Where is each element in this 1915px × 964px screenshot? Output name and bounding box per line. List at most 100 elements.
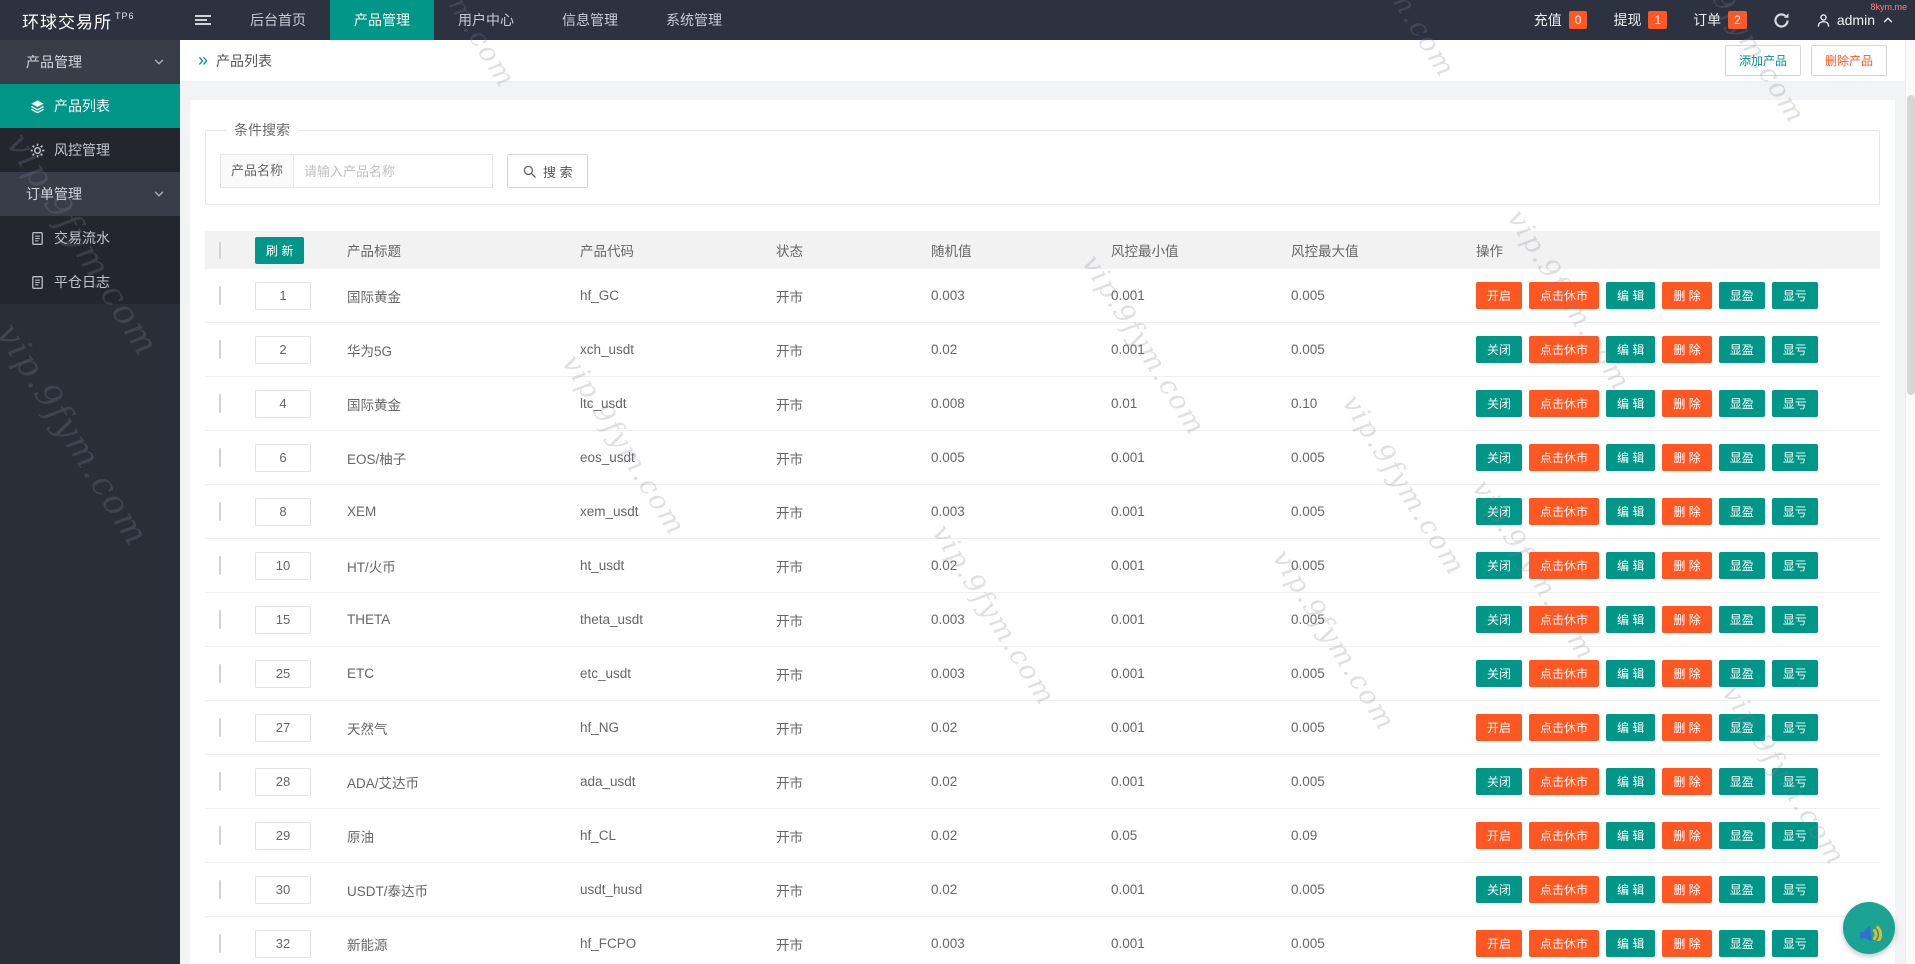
row-checkbox[interactable]: [219, 717, 221, 737]
pause-button[interactable]: 点击休市: [1529, 768, 1600, 795]
row-checkbox[interactable]: [219, 825, 221, 845]
product-id-field[interactable]: 27: [255, 713, 311, 742]
toggle-market-button[interactable]: 开启: [1476, 822, 1523, 849]
row-checkbox[interactable]: [219, 447, 221, 467]
sidebar-item-5[interactable]: 平仓日志: [0, 260, 180, 304]
delete-button[interactable]: 删 除: [1662, 714, 1712, 741]
delete-button[interactable]: 删 除: [1662, 660, 1712, 687]
edit-button[interactable]: 编 辑: [1606, 552, 1656, 579]
toggle-market-button[interactable]: 开启: [1476, 930, 1523, 957]
product-id-field[interactable]: 32: [255, 929, 311, 958]
quick-link-2[interactable]: 订单 2: [1693, 10, 1747, 30]
edit-button[interactable]: 编 辑: [1606, 282, 1656, 309]
loss-button[interactable]: 显亏: [1771, 822, 1818, 849]
select-all-checkbox[interactable]: [219, 241, 221, 259]
win-button[interactable]: 显盈: [1718, 390, 1765, 417]
toggle-market-button[interactable]: 关闭: [1476, 336, 1523, 363]
delete-button[interactable]: 删 除: [1662, 282, 1712, 309]
product-id-field[interactable]: 10: [255, 551, 311, 580]
toggle-market-button[interactable]: 关闭: [1476, 660, 1523, 687]
product-id-field[interactable]: 6: [255, 443, 311, 472]
toggle-market-button[interactable]: 关闭: [1476, 552, 1523, 579]
product-id-field[interactable]: 15: [255, 605, 311, 634]
pause-button[interactable]: 点击休市: [1529, 822, 1600, 849]
pause-button[interactable]: 点击休市: [1529, 282, 1600, 309]
sidebar-group-3[interactable]: 订单管理: [0, 172, 180, 216]
refresh-icon[interactable]: [1773, 12, 1790, 29]
loss-button[interactable]: 显亏: [1771, 444, 1818, 471]
toggle-market-button[interactable]: 开启: [1476, 282, 1523, 309]
product-id-field[interactable]: 8: [255, 497, 311, 526]
loss-button[interactable]: 显亏: [1771, 552, 1818, 579]
edit-button[interactable]: 编 辑: [1606, 660, 1656, 687]
pause-button[interactable]: 点击休市: [1529, 336, 1600, 363]
pause-button[interactable]: 点击休市: [1529, 714, 1600, 741]
win-button[interactable]: 显盈: [1718, 876, 1765, 903]
product-id-field[interactable]: 25: [255, 659, 311, 688]
edit-button[interactable]: 编 辑: [1606, 336, 1656, 363]
toggle-market-button[interactable]: 开启: [1476, 714, 1523, 741]
audio-notification-button[interactable]: [1843, 902, 1895, 954]
product-id-field[interactable]: 30: [255, 875, 311, 904]
win-button[interactable]: 显盈: [1718, 930, 1765, 957]
nav-item-4[interactable]: 系统管理: [642, 0, 746, 40]
row-checkbox[interactable]: [219, 555, 221, 575]
row-checkbox[interactable]: [219, 285, 221, 305]
toggle-market-button[interactable]: 关闭: [1476, 444, 1523, 471]
toggle-market-button[interactable]: 关闭: [1476, 876, 1523, 903]
edit-button[interactable]: 编 辑: [1606, 714, 1656, 741]
win-button[interactable]: 显盈: [1718, 444, 1765, 471]
edit-button[interactable]: 编 辑: [1606, 390, 1656, 417]
product-id-field[interactable]: 2: [255, 335, 311, 364]
search-button[interactable]: 搜 索: [507, 154, 588, 188]
pause-button[interactable]: 点击休市: [1529, 552, 1600, 579]
user-menu[interactable]: admin: [1816, 12, 1895, 28]
nav-item-1[interactable]: 产品管理: [330, 0, 434, 40]
pause-button[interactable]: 点击休市: [1529, 444, 1600, 471]
toggle-market-button[interactable]: 关闭: [1476, 768, 1523, 795]
row-checkbox[interactable]: [219, 339, 221, 359]
win-button[interactable]: 显盈: [1718, 336, 1765, 363]
nav-item-0[interactable]: 后台首页: [226, 0, 330, 40]
edit-button[interactable]: 编 辑: [1606, 768, 1656, 795]
delete-product-button[interactable]: 删除产品: [1810, 45, 1887, 76]
delete-button[interactable]: 删 除: [1662, 498, 1712, 525]
sidebar-item-4[interactable]: 交易流水: [0, 216, 180, 260]
menu-toggle-icon[interactable]: [180, 0, 226, 40]
delete-button[interactable]: 删 除: [1662, 444, 1712, 471]
edit-button[interactable]: 编 辑: [1606, 498, 1656, 525]
win-button[interactable]: 显盈: [1718, 714, 1765, 741]
delete-button[interactable]: 删 除: [1662, 336, 1712, 363]
win-button[interactable]: 显盈: [1718, 552, 1765, 579]
loss-button[interactable]: 显亏: [1771, 660, 1818, 687]
delete-button[interactable]: 删 除: [1662, 768, 1712, 795]
loss-button[interactable]: 显亏: [1771, 336, 1818, 363]
win-button[interactable]: 显盈: [1718, 282, 1765, 309]
product-id-field[interactable]: 28: [255, 767, 311, 796]
delete-button[interactable]: 删 除: [1662, 552, 1712, 579]
row-checkbox[interactable]: [219, 501, 221, 521]
delete-button[interactable]: 删 除: [1662, 390, 1712, 417]
quick-link-0[interactable]: 充值 0: [1534, 10, 1588, 30]
sidebar-item-1[interactable]: 产品列表: [0, 84, 180, 128]
row-checkbox[interactable]: [219, 933, 221, 953]
edit-button[interactable]: 编 辑: [1606, 822, 1656, 849]
win-button[interactable]: 显盈: [1718, 660, 1765, 687]
toggle-market-button[interactable]: 关闭: [1476, 498, 1523, 525]
edit-button[interactable]: 编 辑: [1606, 606, 1656, 633]
win-button[interactable]: 显盈: [1718, 822, 1765, 849]
scrollbar-thumb[interactable]: [1907, 95, 1915, 395]
pause-button[interactable]: 点击休市: [1529, 930, 1600, 957]
loss-button[interactable]: 显亏: [1771, 390, 1818, 417]
pause-button[interactable]: 点击休市: [1529, 606, 1600, 633]
nav-item-2[interactable]: 用户中心: [434, 0, 538, 40]
row-checkbox[interactable]: [219, 393, 221, 413]
delete-button[interactable]: 删 除: [1662, 876, 1712, 903]
row-checkbox[interactable]: [219, 771, 221, 791]
product-id-field[interactable]: 1: [255, 281, 311, 310]
edit-button[interactable]: 编 辑: [1606, 444, 1656, 471]
loss-button[interactable]: 显亏: [1771, 714, 1818, 741]
add-product-button[interactable]: 添加产品: [1724, 45, 1801, 76]
sidebar-item-2[interactable]: 风控管理: [0, 128, 180, 172]
product-id-field[interactable]: 4: [255, 389, 311, 418]
